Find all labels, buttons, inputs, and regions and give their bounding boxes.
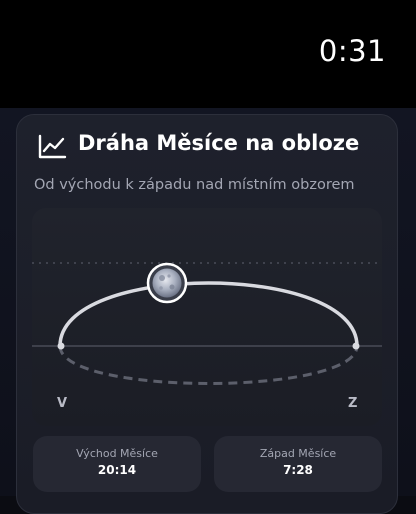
west-label: Z	[348, 396, 358, 411]
moonset-box: Západ Měsíce 7:28	[214, 436, 382, 492]
moonrise-label: Východ Měsíce	[76, 447, 158, 460]
card-subtitle: Od východu k západu nad místním obzorem	[34, 177, 355, 193]
moonrise-box: Východ Měsíce 20:14	[33, 436, 201, 492]
card-title: Dráha Měsíce na obloze	[78, 131, 360, 155]
moonset-label: Západ Měsíce	[259, 447, 337, 460]
rise-point	[57, 342, 65, 350]
moon-path-diagram	[32, 262, 382, 385]
moonset-time: 7:28	[283, 463, 313, 477]
status-bar: 0:31	[0, 0, 416, 108]
clock-time: 0:31	[318, 34, 386, 68]
moon-icon	[146, 262, 188, 304]
line-chart-icon	[38, 134, 67, 159]
above-horizon-path	[58, 281, 359, 348]
set-point	[352, 342, 360, 350]
east-label: V	[57, 396, 68, 411]
below-horizon-path	[58, 345, 359, 385]
moonrise-time: 20:14	[97, 463, 137, 477]
